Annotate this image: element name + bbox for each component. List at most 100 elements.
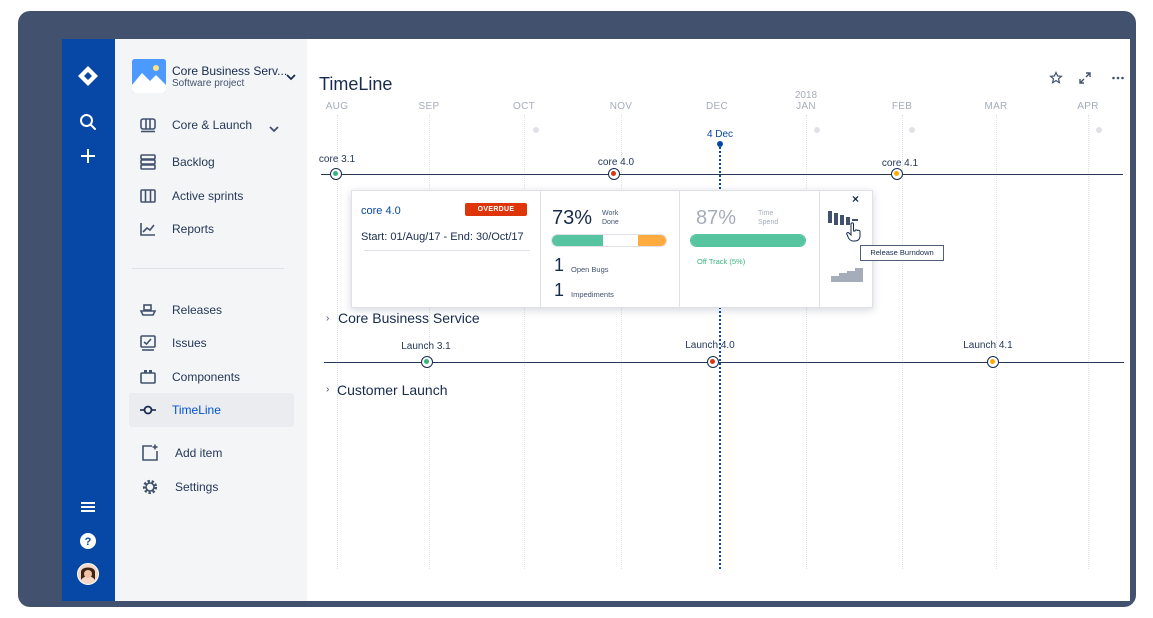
grid-marker (533, 127, 539, 133)
release-label: core 4.1 (881, 158, 919, 169)
popup-separator (679, 191, 680, 307)
sidebar-item-label: Core & Launch (172, 118, 253, 132)
month-label: OCT (512, 101, 536, 112)
month-label: NOV (609, 101, 633, 112)
project-type: Software project (172, 78, 245, 89)
month-gridline (806, 115, 807, 569)
impediments-count: 1 (554, 280, 565, 300)
sidebar-item-issues[interactable]: Issues (129, 326, 294, 360)
plus-icon[interactable] (75, 143, 101, 169)
release-label: core 4.0 (597, 157, 635, 168)
star-icon[interactable] (1049, 71, 1065, 87)
month-gridline (337, 115, 338, 569)
device-frame: ? Core Business Serv... Software project (18, 11, 1136, 607)
expand-caret-icon[interactable]: › (326, 384, 329, 395)
release-node[interactable] (891, 168, 903, 180)
sidebar-item-label: Issues (172, 336, 207, 350)
group-title-customer-launch[interactable]: Customer Launch (337, 382, 448, 398)
month-label: MAR (984, 101, 1008, 112)
impediments-label: Impediments (571, 290, 614, 299)
more-icon[interactable] (1111, 71, 1127, 87)
release-node[interactable] (987, 356, 999, 368)
expand-icon[interactable] (1078, 71, 1094, 87)
open-bugs-count: 1 (554, 255, 565, 275)
year-label: 2018 (794, 90, 818, 101)
release-node[interactable] (707, 356, 719, 368)
sidebar-item-releases[interactable]: Releases (129, 293, 294, 327)
jira-logo-icon[interactable] (75, 63, 101, 89)
sidebar-item-label: TimeLine (172, 403, 221, 417)
release-node[interactable] (330, 168, 342, 180)
sidebar-item-settings[interactable]: Settings (129, 470, 294, 504)
today-label: 4 Dec (706, 129, 734, 140)
release-track (324, 362, 1124, 363)
search-icon[interactable] (75, 109, 101, 135)
timeline-view: TimeLine 2018 AUG SEP OCT NOV DEC JAN FE… (307, 39, 1130, 601)
time-spend-bar (690, 234, 806, 247)
month-label: APR (1077, 101, 1099, 112)
month-label: SEP (418, 101, 440, 112)
time-spend-percent: 87% (696, 207, 737, 229)
month-gridline (902, 115, 903, 569)
time-spend-label: Time Spend (758, 210, 779, 226)
release-dates: Start: 01/Aug/17 - End: 30/Oct/17 (361, 231, 524, 243)
global-navigation: ? (62, 39, 115, 601)
close-icon[interactable]: × (852, 192, 859, 206)
page-title: TimeLine (319, 74, 393, 94)
sidebar-item-active-sprints[interactable]: Active sprints (129, 179, 294, 213)
app-screen: ? Core Business Serv... Software project (62, 39, 1130, 601)
sidebar-item-label: Add item (175, 446, 223, 460)
month-label: AUG (325, 101, 349, 112)
board-icon (139, 116, 157, 134)
tooltip: Release Burndown (860, 245, 944, 261)
group-title-core-business-service[interactable]: Core Business Service (338, 310, 480, 326)
work-done-bar (551, 234, 667, 247)
release-track (321, 174, 1123, 175)
sidebar-item-reports[interactable]: Reports (129, 212, 294, 246)
popup-release-name[interactable]: core 4.0 (361, 205, 401, 217)
project-switcher[interactable]: Core Business Serv... Software project (132, 59, 302, 93)
add-item-icon (141, 444, 159, 462)
release-node[interactable] (421, 356, 433, 368)
release-label: core 3.1 (318, 154, 356, 165)
release-label: Launch 4.0 (685, 340, 735, 351)
chevron-down-icon[interactable] (286, 68, 296, 86)
settings-icon (141, 478, 159, 496)
svg-text:?: ? (85, 536, 92, 548)
bar-done-segment (552, 235, 604, 246)
project-name: Core Business Serv... (172, 64, 288, 78)
sidebar-item-label: Backlog (172, 155, 215, 169)
sidebar-item-add-item[interactable]: Add item (129, 436, 294, 470)
popup-separator (819, 191, 820, 307)
sidebar-item-label: Reports (172, 222, 215, 236)
expand-caret-icon[interactable]: › (326, 313, 329, 324)
menu-icon[interactable] (75, 494, 101, 520)
month-label: FEB (891, 101, 913, 112)
backlog-icon (139, 153, 157, 171)
sidebar-item-backlog[interactable]: Backlog (129, 145, 294, 179)
release-detail-popup: core 4.0 OVERDUE Start: 01/Aug/17 - End:… (351, 190, 873, 308)
bar-time-segment (691, 235, 805, 246)
reports-icon (139, 220, 157, 238)
month-label: DEC (705, 101, 729, 112)
sprint-board-icon (139, 187, 157, 205)
popup-separator (540, 191, 541, 307)
project-avatar (132, 59, 166, 93)
sidebar-item-core-launch[interactable]: Core & Launch (129, 108, 294, 142)
ship-icon (139, 301, 157, 319)
status-badge: OVERDUE (465, 203, 527, 216)
help-icon[interactable]: ? (75, 528, 101, 554)
release-label: Launch 4.1 (963, 340, 1013, 351)
sidebar-item-timeline[interactable]: TimeLine (129, 393, 294, 427)
avatar[interactable] (75, 561, 101, 587)
sidebar-item-label: Components (172, 370, 241, 384)
sidebar-item-components[interactable]: Components (129, 360, 294, 394)
open-bugs-label: Open Bugs (571, 265, 609, 274)
mini-chart-icon[interactable] (831, 268, 863, 287)
month-gridline (1088, 115, 1089, 569)
release-label: Launch 3.1 (401, 341, 451, 352)
bar-remaining-segment (637, 235, 666, 246)
components-icon (139, 368, 157, 386)
chevron-down-icon[interactable] (269, 120, 279, 138)
release-node[interactable] (608, 168, 620, 180)
